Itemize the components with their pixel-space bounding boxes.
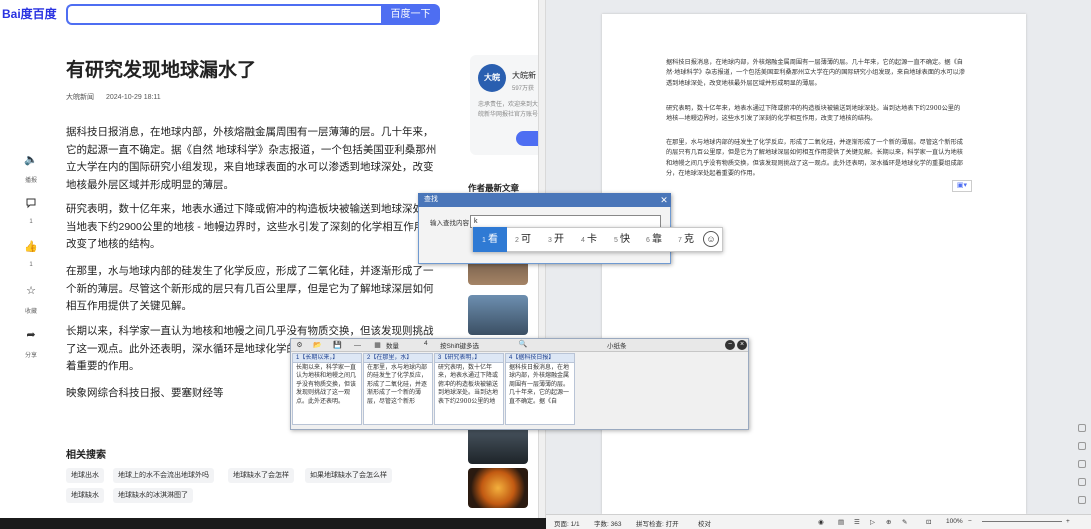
- eye-icon[interactable]: ◉: [818, 518, 824, 526]
- search-input[interactable]: [66, 4, 382, 25]
- notes-mode[interactable]: 数量: [386, 340, 399, 350]
- note-card-body: 长期以来，科学家一直认为地核和地幔之间几乎没有物质交换，但该发现则挑战了这一观点…: [296, 364, 357, 405]
- pen-icon[interactable]: ✎: [902, 518, 907, 526]
- speaker-icon[interactable]: 🔈: [24, 153, 38, 167]
- article-paragraph: 据科技日报消息，在地球内部，外核熔融金属周围有一层薄薄的层。几十年来，它的起源一…: [66, 126, 437, 191]
- note-card-title: 1【长期以来，】: [293, 354, 361, 363]
- related-tag[interactable]: 地球上的水不会流出地球外吗: [113, 468, 214, 483]
- rail-label: 收藏: [24, 309, 37, 315]
- taskbar: [0, 518, 546, 529]
- close-icon[interactable]: ✕: [658, 194, 670, 206]
- note-card[interactable]: 2【在那里，水】 在那里，水与地球内部的硅发生了化学反应，形成了二氧化硅，并逐渐…: [363, 353, 433, 425]
- note-card-body: 据科技日报消息，在地球内部，外核熔融金属周围有一层薄薄的层。几十年来，它的起源一…: [509, 364, 570, 405]
- status-words[interactable]: 字数: 363: [594, 518, 621, 528]
- related-tag[interactable]: 地球缺水的冰淇淋图了: [113, 488, 193, 503]
- note-card[interactable]: 4【据科技日报】 据科技日报消息，在地球内部，外核熔融金属周围有一层薄薄的层。几…: [505, 353, 575, 425]
- rail-label: 1: [29, 219, 33, 225]
- related-tag[interactable]: 地球缺水了会怎样: [228, 468, 294, 483]
- ime-candidate[interactable]: 4卡: [572, 227, 606, 252]
- status-spellcheck[interactable]: 拼写检查: 打开: [636, 518, 679, 528]
- notes-app-name: 小纸条: [607, 343, 627, 350]
- related-tag[interactable]: 如果地球缺水了会怎么样: [305, 468, 392, 483]
- doc-paragraph[interactable]: 研究表明，数十亿年来，地表水通过下降或俯冲的构造板块被输送到地球深处。当到达地表…: [666, 104, 966, 125]
- note-card-title: 4【据科技日报】: [506, 354, 574, 363]
- article-thumbnail[interactable]: [468, 468, 528, 508]
- ime-candidate[interactable]: 7克: [669, 227, 703, 252]
- minimize-icon[interactable]: −: [725, 340, 735, 350]
- baidu-logo[interactable]: Bai度百度: [2, 5, 62, 25]
- scroll-button[interactable]: [1078, 496, 1086, 504]
- notes-count: 4: [424, 340, 428, 347]
- avatar[interactable]: 大皖: [478, 64, 506, 92]
- status-bar: 页面: 1/1 字数: 363 拼写检查: 打开 校对 ◉ ▤ ☰ ▷ ⊕ ✎ …: [546, 514, 1091, 529]
- layout-icon[interactable]: ☰: [854, 518, 860, 526]
- article-thumbnail[interactable]: [468, 295, 528, 335]
- article-thumbnail[interactable]: [468, 424, 528, 464]
- notes-filter[interactable]: 按Shift键多选: [440, 340, 479, 350]
- globe-icon[interactable]: ⊕: [886, 518, 891, 526]
- page-view-icon[interactable]: ▤: [838, 518, 844, 526]
- doc-paragraph[interactable]: 据科技日报消息，在地球内部，外核熔融金属周围有一层薄薄的层。几十年来，它的起源一…: [666, 58, 966, 89]
- note-card[interactable]: 3【研究表明，】 研究表明，数十亿年来，地表水通过下降或俯冲的构造板块被输送到地…: [434, 353, 504, 425]
- zoom-out-icon[interactable]: −: [968, 518, 972, 525]
- article-source[interactable]: 大皖新闻: [66, 94, 94, 101]
- article-paragraph: 在那里，水与地球内部的硅发生了化学反应，形成了二氧化硅，并逐渐形成了一个新的薄层…: [66, 265, 434, 312]
- article-paragraph: 研究表明，数十亿年来，地表水通过下降或俯冲的构造板块被输送到地球深处。当地表下约…: [66, 203, 435, 250]
- minus-icon[interactable]: —: [352, 340, 363, 351]
- related-tag[interactable]: 地球缺水: [66, 488, 104, 503]
- scroll-button[interactable]: [1078, 442, 1086, 450]
- word-toolbar: [546, 0, 1091, 14]
- scroll-button[interactable]: [1078, 460, 1086, 468]
- status-proofread[interactable]: 校对: [698, 518, 711, 528]
- paste-options-icon[interactable]: ▣▾: [952, 180, 972, 192]
- related-tag[interactable]: 地球出水: [66, 468, 104, 483]
- save-icon[interactable]: 💾: [332, 340, 343, 351]
- scroll-button[interactable]: [1078, 478, 1086, 486]
- status-page[interactable]: 页面: 1/1: [554, 518, 580, 528]
- zoom-in-icon[interactable]: +: [1066, 518, 1070, 525]
- share-icon[interactable]: ➦: [24, 328, 38, 342]
- zoom-level[interactable]: 100%: [946, 518, 963, 525]
- search-icon[interactable]: 🔍: [518, 339, 528, 351]
- comment-icon[interactable]: [24, 197, 38, 211]
- close-icon[interactable]: ×: [737, 340, 747, 350]
- note-card-body: 在那里，水与地球内部的硅发生了化学反应，形成了二氧化硅，并逐渐形成了一个新的薄层…: [367, 364, 428, 405]
- rail-label: 1: [29, 262, 33, 268]
- article-meta: 大皖新闻 2024-10-29 18:11: [66, 92, 171, 102]
- author-fans: 597万获: [512, 86, 535, 92]
- fit-icon[interactable]: ⊡: [926, 518, 931, 526]
- emoji-icon[interactable]: ☺: [703, 231, 719, 247]
- vertical-scrollbar[interactable]: [1076, 14, 1086, 514]
- article-title: 有研究发现地球漏水了: [66, 60, 257, 81]
- note-card-title: 3【研究表明，】: [435, 354, 503, 363]
- note-card[interactable]: 1【长期以来，】 长期以来，科学家一直认为地核和地幔之间几乎没有物质交换，但该发…: [292, 353, 362, 425]
- rail-label: 播报: [24, 178, 37, 184]
- related-search-title: 相关搜索: [66, 450, 106, 461]
- ime-candidate[interactable]: 5快: [605, 227, 639, 252]
- ime-candidate[interactable]: 2可: [506, 227, 540, 252]
- find-label: 输入查找内容: [430, 220, 469, 227]
- play-icon[interactable]: ▷: [870, 518, 875, 526]
- note-card-body: 研究表明，数十亿年来，地表水通过下降或俯冲的构造板块被输送到地球深处。当到达地表…: [438, 364, 499, 405]
- rail-label: 分享: [24, 353, 37, 359]
- author-desc: 忠承责任，欢迎来到大皖新华网报社官方账号: [478, 102, 539, 118]
- search-button[interactable]: 百度一下: [381, 4, 440, 25]
- ime-candidate[interactable]: 6靠: [637, 227, 671, 252]
- folder-icon[interactable]: 📂: [312, 340, 323, 351]
- doc-paragraph[interactable]: 在那里，水与地球内部的硅发生了化学反应，形成了二氧化硅，并逐渐形成了一个新的薄层…: [666, 138, 966, 180]
- settings-icon[interactable]: ⚙: [294, 340, 305, 351]
- ime-candidate[interactable]: 1看: [473, 227, 507, 252]
- scroll-button[interactable]: [1078, 424, 1086, 432]
- find-dialog-title[interactable]: 查找: [418, 193, 671, 207]
- ime-candidate[interactable]: 3开: [539, 227, 573, 252]
- notebook-icon[interactable]: ▦: [372, 340, 383, 351]
- zoom-slider[interactable]: [982, 521, 1062, 522]
- like-icon[interactable]: 👍: [24, 240, 38, 254]
- star-icon[interactable]: ☆: [24, 284, 38, 298]
- article-date: 2024-10-29 18:11: [105, 94, 161, 101]
- author-name[interactable]: 大皖新: [512, 70, 536, 81]
- note-card-title: 2【在那里，水】: [364, 354, 432, 363]
